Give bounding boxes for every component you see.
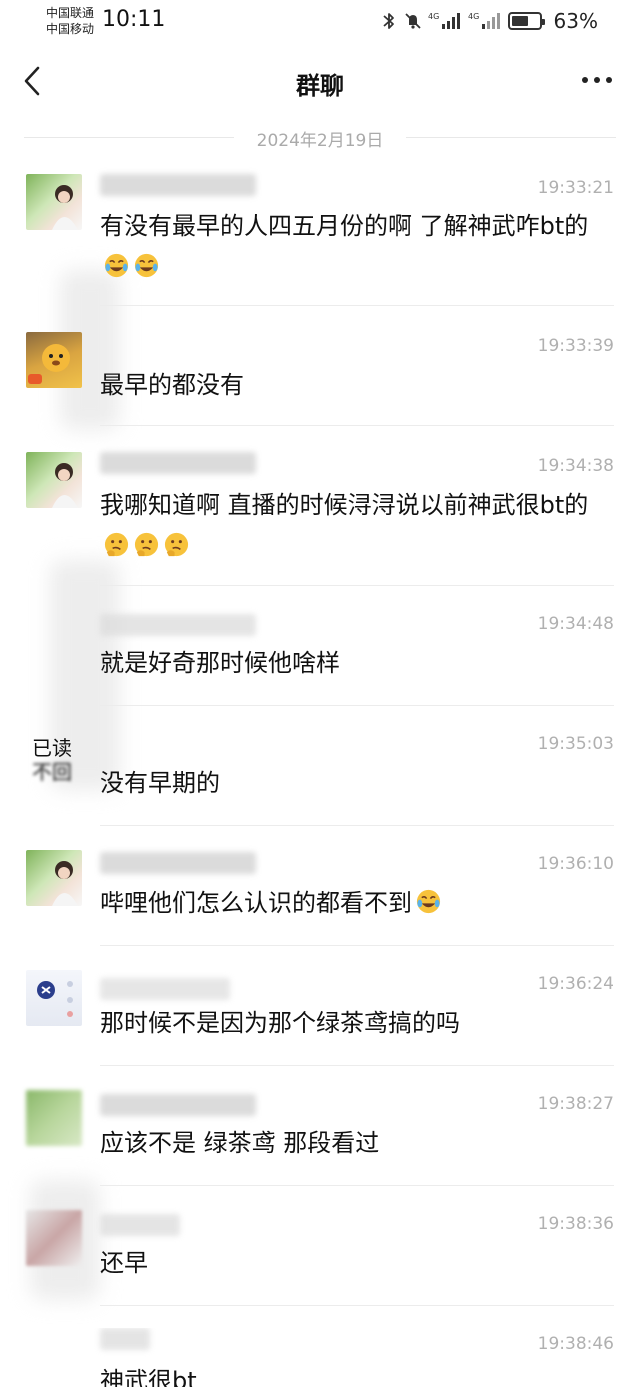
message-item[interactable]: 19:34:38 我哪知道啊 直播的时候浔浔说以前神武很bt的: [0, 450, 640, 586]
carrier-1: 中国联通: [46, 6, 95, 20]
signal-icon: 4G: [428, 12, 460, 29]
message-item[interactable]: 19:38:27 应该不是 绿茶鸢 那段看过: [0, 1090, 640, 1186]
sender-name-blurred: [100, 452, 256, 474]
sender-name-blurred: [100, 978, 230, 1000]
sender-name-blurred: [100, 614, 256, 636]
sender-name-blurred: [100, 1094, 256, 1116]
avatar[interactable]: [26, 970, 82, 1026]
message-item[interactable]: 19:36:10 哔哩他们怎么认识的都看不到: [0, 850, 640, 946]
sender-name-blurred: [100, 1328, 150, 1350]
message-text: 最早的都没有: [100, 371, 244, 399]
sender-name-blurred: [100, 1214, 180, 1236]
avatar[interactable]: [26, 174, 82, 230]
message-divider: [100, 1305, 614, 1306]
battery-percent: 63%: [553, 9, 598, 33]
avatar[interactable]: [26, 1210, 82, 1266]
thinking-emoji: [134, 532, 159, 557]
thinking-emoji: [104, 532, 129, 557]
sender-name-blurred: [100, 852, 256, 874]
message-item[interactable]: 19:33:21 有没有最早的人四五月份的啊 了解神武咋bt的: [0, 170, 640, 306]
message-item[interactable]: 19:33:39 最早的都没有: [0, 330, 640, 426]
message-item[interactable]: 19:36:24 那时候不是因为那个绿茶鸢搞的吗: [0, 970, 640, 1066]
message-text: 哔哩他们怎么认识的都看不到: [100, 883, 610, 924]
message-time: 19:35:03: [537, 734, 614, 754]
message-text: 还早: [100, 1249, 148, 1277]
status-bar: 中国联通 中国移动 10:11 4G 4G 63%: [0, 0, 640, 44]
message-divider: [100, 825, 614, 826]
message-text: 我哪知道啊 直播的时候浔浔说以前神武很bt的: [100, 485, 610, 567]
message-time: 19:38:27: [537, 1094, 614, 1114]
message-divider: [100, 705, 614, 706]
mute-icon: [404, 13, 421, 29]
message-item[interactable]: 19:35:03 没有早期的: [0, 730, 640, 826]
svg-text:4G: 4G: [428, 12, 439, 21]
message-time: 19:33:39: [537, 336, 614, 356]
message-text: 那时候不是因为那个绿茶鸢搞的吗: [100, 1009, 460, 1037]
message-text: 没有早期的: [100, 769, 220, 797]
date-separator: 2024年2月19日: [24, 126, 616, 151]
message-item[interactable]: 19:38:46 神武很bt: [0, 1328, 640, 1387]
message-time: 19:38:36: [537, 1214, 614, 1234]
message-time: 19:33:21: [537, 178, 614, 198]
avatar[interactable]: [26, 850, 82, 906]
message-text: 就是好奇那时候他啥样: [100, 649, 340, 677]
laugh-cry-emoji: [134, 253, 159, 278]
message-divider: [100, 425, 614, 426]
message-item[interactable]: 19:38:36 还早: [0, 1210, 640, 1306]
message-divider: [100, 305, 614, 306]
svg-text:4G: 4G: [468, 12, 479, 21]
status-icons: 4G 4G 63%: [380, 9, 598, 33]
more-dots-icon[interactable]: [580, 70, 614, 90]
message-time: 19:38:46: [537, 1334, 614, 1354]
avatar[interactable]: [26, 452, 82, 508]
message-item[interactable]: 19:34:48 就是好奇那时候他啥样: [0, 610, 640, 706]
message-divider: [100, 585, 614, 586]
message-text: 神武很bt: [100, 1367, 197, 1387]
carrier-2: 中国移动: [46, 22, 95, 36]
laugh-cry-emoji: [104, 253, 129, 278]
signal-icon-2: 4G: [468, 12, 500, 29]
message-text: 有没有最早的人四五月份的啊 了解神武咋bt的: [100, 206, 610, 288]
message-time: 19:34:38: [537, 456, 614, 476]
date-label: 2024年2月19日: [256, 131, 384, 151]
message-text: 应该不是 绿茶鸢 那段看过: [100, 1129, 380, 1157]
avatar[interactable]: [26, 332, 82, 388]
message-time: 19:36:10: [537, 854, 614, 874]
sender-name-blurred: [100, 174, 256, 196]
laugh-cry-emoji: [416, 889, 441, 914]
message-divider: [100, 1065, 614, 1066]
message-time: 19:36:24: [537, 974, 614, 994]
carrier-info: 中国联通 中国移动: [46, 5, 94, 37]
message-divider: [100, 1185, 614, 1186]
message-divider: [100, 945, 614, 946]
status-time: 10:11: [102, 7, 166, 32]
thinking-emoji: [164, 532, 189, 557]
avatar[interactable]: [26, 1090, 82, 1146]
battery-icon: [507, 12, 545, 30]
page-title: 群聊: [296, 72, 344, 100]
bluetooth-icon: [382, 13, 394, 29]
nav-bar: 群聊: [0, 50, 640, 112]
message-time: 19:34:48: [537, 614, 614, 634]
